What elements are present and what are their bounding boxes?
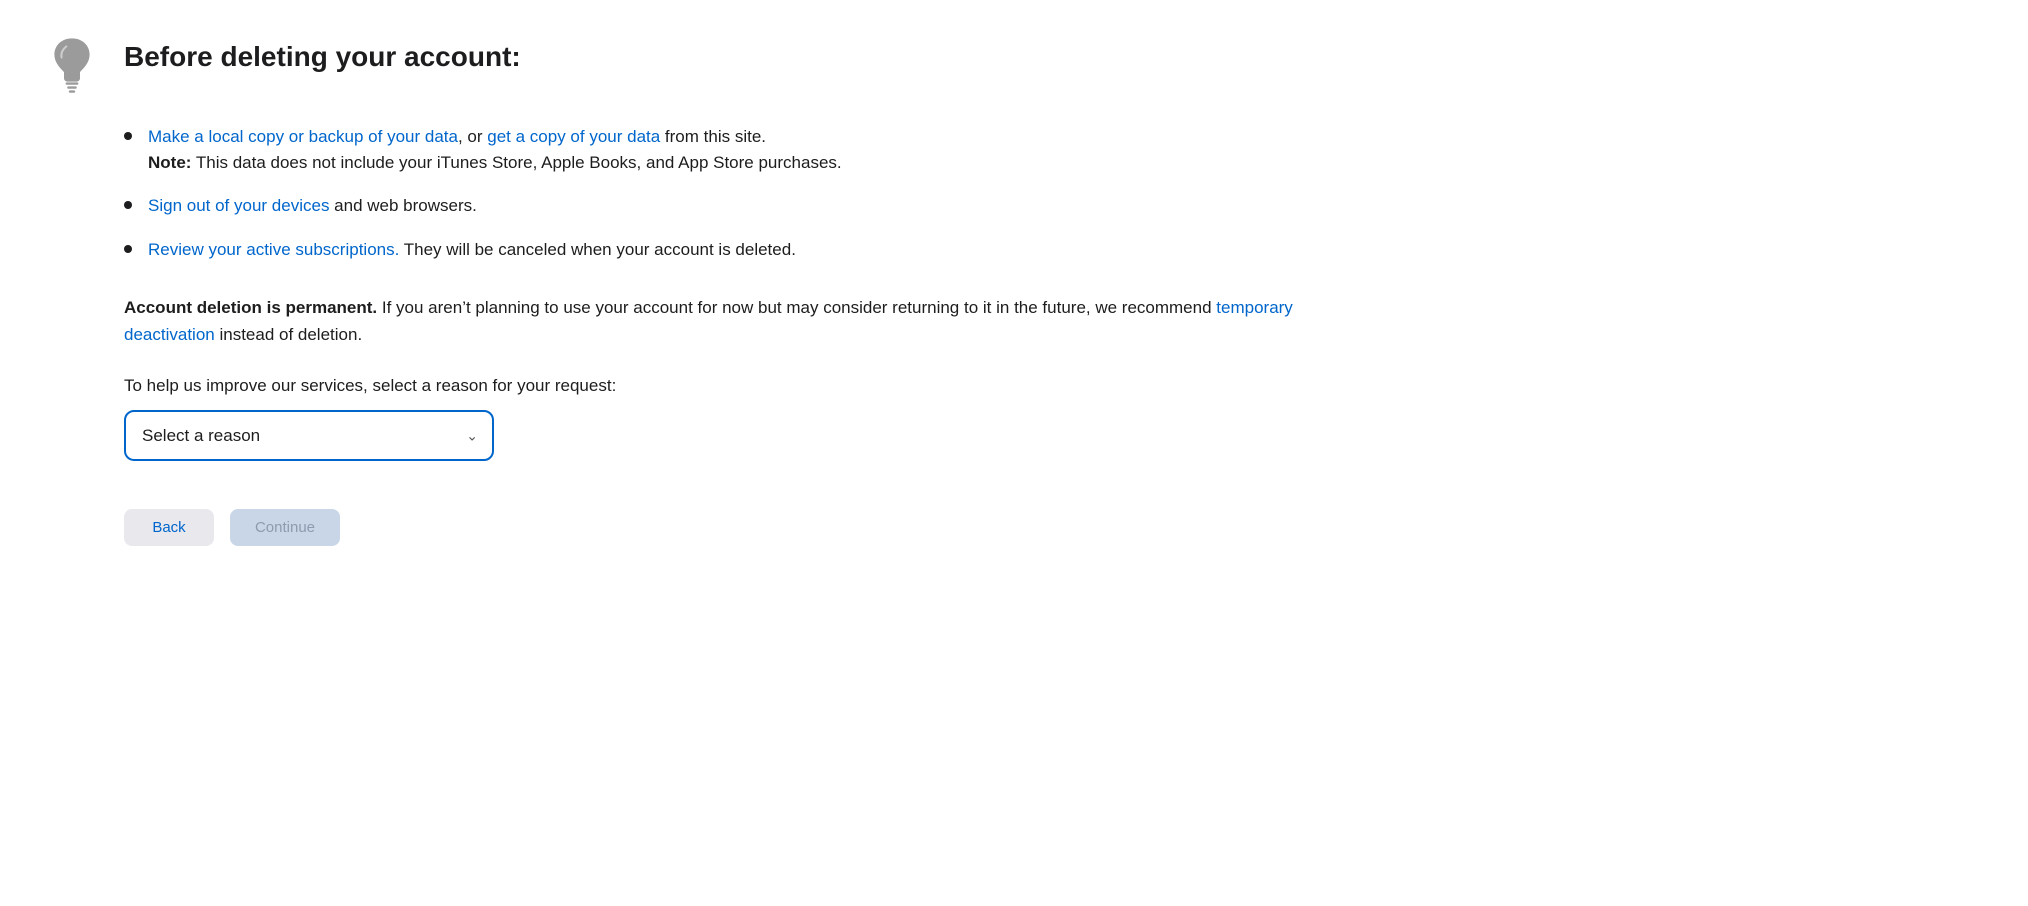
permanent-text: If you aren’t planning to use your accou…: [377, 298, 1216, 317]
bullet-dot: [124, 245, 132, 253]
lightbulb-icon: [40, 32, 104, 96]
continue-button[interactable]: Continue: [230, 509, 340, 546]
backup-data-link[interactable]: Make a local copy or backup of your data: [148, 127, 458, 146]
suffix-text: from this site.: [660, 127, 766, 146]
list-item: Make a local copy or backup of your data…: [124, 124, 1360, 175]
get-copy-link[interactable]: get a copy of your data: [487, 127, 660, 146]
reason-dropdown-wrapper: Select a reason I have a privacy concern…: [124, 410, 494, 461]
button-row: Back Continue: [124, 509, 1360, 546]
subscriptions-link[interactable]: Review your active subscriptions.: [148, 240, 399, 259]
back-button[interactable]: Back: [124, 509, 214, 546]
list-item: Review your active subscriptions. They w…: [124, 237, 1360, 263]
permanent-section: Account deletion is permanent. If you ar…: [124, 294, 1360, 348]
reason-prompt: To help us improve our services, select …: [124, 376, 1360, 396]
bullet-dot: [124, 201, 132, 209]
bullet-list: Make a local copy or backup of your data…: [124, 124, 1360, 262]
list-item-content: Make a local copy or backup of your data…: [148, 124, 1360, 175]
sign-out-link[interactable]: Sign out of your devices: [148, 196, 329, 215]
suffix-text: They will be canceled when your account …: [399, 240, 796, 259]
list-item-content: Sign out of your devices and web browser…: [148, 193, 1360, 219]
bold-warning: Account deletion is permanent.: [124, 298, 377, 317]
list-item: Sign out of your devices and web browser…: [124, 193, 1360, 219]
note-text: This data does not include your iTunes S…: [191, 153, 841, 172]
suffix-text: and web browsers.: [329, 196, 476, 215]
page-title: Before deleting your account:: [124, 40, 521, 74]
content-area: Make a local copy or backup of your data…: [40, 124, 1360, 546]
note-label: Note:: [148, 153, 191, 172]
permanent-suffix: instead of deletion.: [215, 325, 362, 344]
connector-text: , or: [458, 127, 487, 146]
list-item-content: Review your active subscriptions. They w…: [148, 237, 1360, 263]
bullet-dot: [124, 132, 132, 140]
header-section: Before deleting your account:: [40, 40, 1360, 96]
reason-select[interactable]: Select a reason I have a privacy concern…: [124, 410, 494, 461]
